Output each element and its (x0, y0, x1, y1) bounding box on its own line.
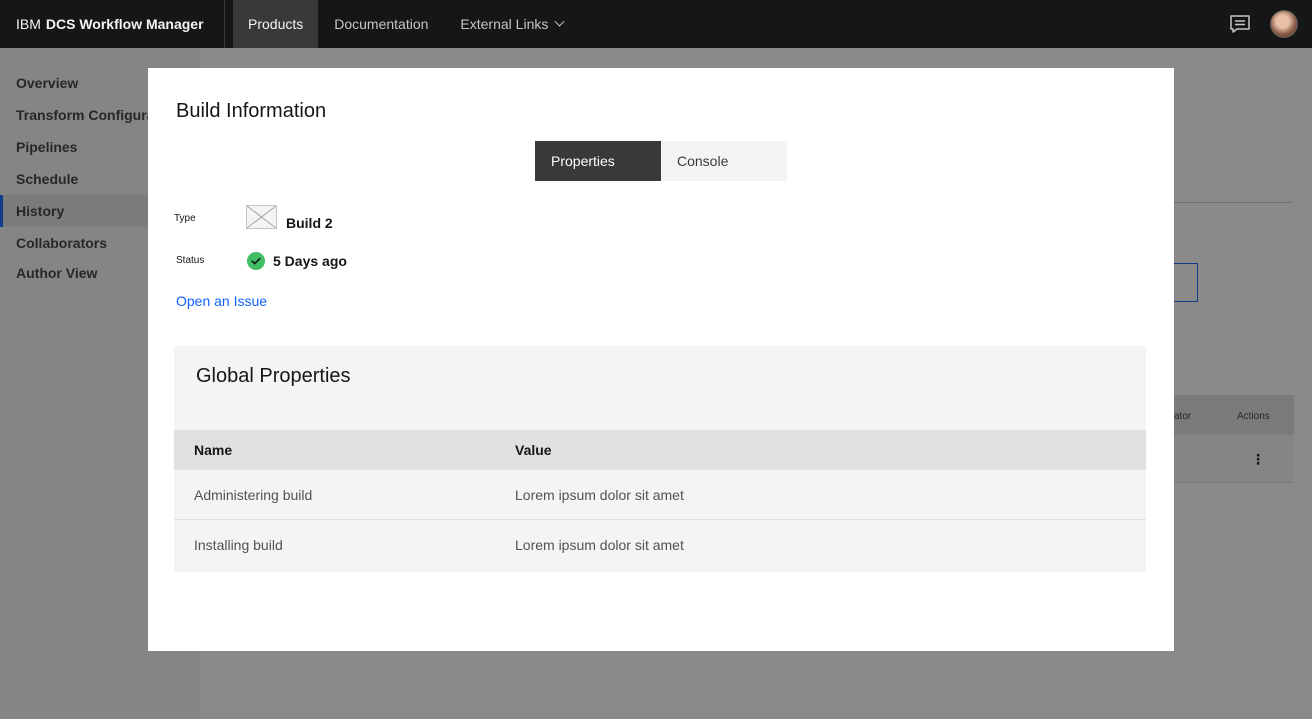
checkmark-filled-icon (247, 252, 265, 270)
row-name: Installing build (194, 537, 283, 553)
nav-item-products[interactable]: Products (233, 0, 319, 48)
open-issue-link[interactable]: Open an Issue (176, 293, 267, 309)
table-row: Administering build Lorem ipsum dolor si… (174, 470, 1146, 520)
nav-item-label: Documentation (334, 16, 429, 32)
nav-item-label: External Links (460, 16, 549, 32)
user-avatar[interactable] (1270, 10, 1298, 38)
global-properties-title: Global Properties (196, 365, 351, 387)
global-properties-table: Name Value Administering build Lorem ips… (174, 430, 1146, 570)
brand[interactable]: IBM DCS Workflow Manager (0, 0, 225, 48)
row-name: Administering build (194, 486, 313, 503)
column-header-value: Value (515, 442, 552, 458)
column-header-name: Name (194, 442, 233, 458)
build-information-modal: Build Information Properties Console Typ… (148, 68, 1174, 651)
image-placeholder-icon (246, 205, 277, 229)
row-value: Lorem ipsum dolor sit amet (515, 486, 684, 503)
row-value: Lorem ipsum dolor sit amet (515, 537, 684, 553)
status-value: 5 Days ago (273, 253, 347, 269)
type-value: Build 2 (286, 215, 333, 231)
top-nav: IBM DCS Workflow Manager Products Docume… (0, 0, 1312, 48)
brand-name: DCS Workflow Manager (45, 16, 204, 32)
tab-properties[interactable]: Properties (535, 141, 661, 181)
content-switcher: Properties Console (535, 141, 787, 181)
tab-console[interactable]: Console (661, 141, 787, 181)
status-label: Status (176, 255, 205, 266)
brand-prefix: IBM (16, 16, 41, 32)
nav-item-label: Products (248, 16, 304, 32)
chevron-down-icon (554, 16, 565, 27)
table-row: Installing build Lorem ipsum dolor sit a… (174, 520, 1146, 570)
chat-icon[interactable] (1216, 0, 1264, 48)
global-properties-panel: Global Properties Name Value Administeri… (174, 346, 1146, 572)
table-header: Name Value (174, 430, 1146, 470)
modal-title: Build Information (176, 100, 327, 122)
nav-actions (1216, 0, 1312, 48)
nav-item-external-links[interactable]: External Links (444, 0, 579, 48)
type-label: Type (174, 213, 196, 224)
nav-item-documentation[interactable]: Documentation (318, 0, 444, 48)
